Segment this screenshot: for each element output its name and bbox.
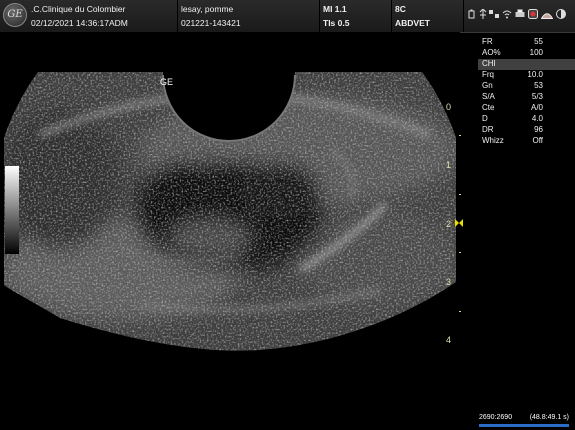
param-row-whizz[interactable]: Whizz Off [478, 136, 575, 147]
param-row-d[interactable]: D 4.0 [478, 114, 575, 125]
depth-tick [459, 193, 461, 195]
depth-tick [459, 135, 461, 137]
param-row-sa[interactable]: S/A 5/3 [478, 92, 575, 103]
param-row-gn[interactable]: Gn 53 [478, 81, 575, 92]
param-key: D [482, 114, 488, 123]
parameter-panel: FR 55 AO% 100 CHI Frq 10.0 Gn 53 S/A 5/3 Cte A/0 D 4.0… [478, 37, 575, 147]
param-key: Whizz [482, 136, 504, 145]
cine-frames: 2690:2690 [479, 414, 513, 421]
param-value: 100 [529, 48, 543, 57]
param-value: 96 [534, 125, 543, 134]
depth-label-2: 2 [446, 219, 452, 229]
grayscale-bar [5, 166, 19, 254]
param-key: CHI [482, 59, 496, 68]
param-row-dr[interactable]: DR 96 [478, 125, 575, 136]
param-value: 53 [534, 81, 543, 90]
param-row-chi[interactable]: CHI [478, 59, 575, 70]
param-row-fr[interactable]: FR 55 [478, 37, 575, 48]
depth-label-0: 0 [446, 102, 452, 112]
param-value: 55 [534, 37, 543, 46]
param-key: Gn [482, 81, 493, 90]
param-key: DR [482, 125, 494, 134]
cine-time: (48.8:49.1 s) [529, 414, 569, 421]
param-value: 4.0 [531, 114, 543, 123]
param-value: 5/3 [531, 92, 543, 101]
depth-label-3: 3 [446, 277, 452, 287]
probe-orientation-marker: GE [160, 77, 174, 87]
param-key: Frq [482, 70, 494, 79]
param-value: Off [532, 136, 543, 145]
param-row-frq[interactable]: Frq 10.0 [478, 70, 575, 81]
depth-tick [459, 252, 461, 254]
depth-label-4: 4 [446, 335, 452, 345]
focus-marker[interactable] [455, 219, 463, 227]
param-value: A/0 [530, 103, 543, 112]
param-value: 10.0 [527, 70, 543, 79]
depth-label-1: 1 [446, 160, 452, 170]
param-key: FR [482, 37, 493, 46]
cine-progress-bar[interactable] [479, 424, 569, 427]
param-row-ao[interactable]: AO% 100 [478, 48, 575, 59]
param-key: Cte [482, 103, 495, 112]
depth-tick [459, 310, 461, 312]
param-key: AO% [482, 48, 501, 57]
cine-readout: 2690:2690 (48.8:49.1 s) [479, 414, 569, 421]
param-key: S/A [482, 92, 495, 101]
param-row-cte[interactable]: Cte A/0 [478, 103, 575, 114]
